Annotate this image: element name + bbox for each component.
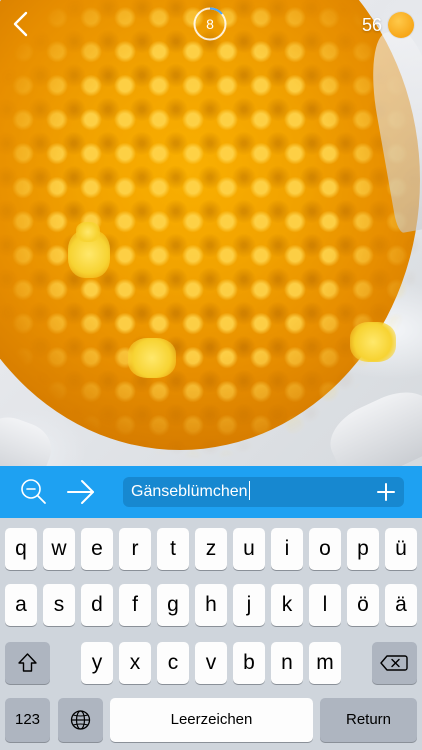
key-oe[interactable]: ö: [347, 584, 379, 626]
key-q[interactable]: q: [5, 528, 37, 570]
key-ae[interactable]: ä: [385, 584, 417, 626]
globe-key[interactable]: [58, 698, 103, 742]
key-label: l: [322, 593, 328, 616]
key-p[interactable]: p: [347, 528, 379, 570]
zoom-out-icon: [21, 479, 46, 504]
key-e[interactable]: e: [81, 528, 113, 570]
key-label: w: [51, 537, 67, 560]
key-label: h: [205, 593, 217, 616]
add-button[interactable]: [376, 482, 396, 502]
pollen-cluster: [350, 322, 396, 362]
key-label: m: [316, 651, 334, 674]
return-key[interactable]: Return: [320, 698, 417, 742]
key-label: c: [167, 651, 179, 674]
keyboard: q w e r t z u i o p ü a s d f g h j k l …: [0, 518, 422, 750]
key-label: e: [91, 537, 103, 560]
zoom-out-button[interactable]: [20, 478, 48, 506]
key-b[interactable]: b: [233, 642, 265, 684]
puzzle-image: [0, 0, 422, 466]
key-s[interactable]: s: [43, 584, 75, 626]
coin-balance[interactable]: 56: [362, 12, 414, 38]
key-g[interactable]: g: [157, 584, 189, 626]
key-label: d: [91, 593, 103, 616]
back-button[interactable]: [6, 8, 36, 40]
key-f[interactable]: f: [119, 584, 151, 626]
key-label: n: [281, 651, 293, 674]
key-t[interactable]: t: [157, 528, 189, 570]
shift-icon: [18, 653, 37, 672]
key-label: x: [129, 651, 141, 674]
numbers-key-label: 123: [14, 711, 41, 728]
key-u[interactable]: u: [233, 528, 265, 570]
key-label: j: [246, 593, 252, 616]
key-label: p: [357, 537, 369, 560]
key-m[interactable]: m: [309, 642, 341, 684]
key-label: k: [281, 593, 293, 616]
key-label: y: [91, 651, 103, 674]
space-key[interactable]: Leerzeichen: [110, 698, 313, 742]
key-k[interactable]: k: [271, 584, 303, 626]
key-label: t: [170, 537, 176, 560]
key-label: u: [243, 537, 255, 560]
key-label: b: [243, 651, 255, 674]
timer-value: 8: [206, 16, 214, 32]
key-label: s: [53, 593, 65, 616]
key-label: ü: [395, 537, 407, 560]
key-label: r: [131, 537, 139, 560]
key-v[interactable]: v: [195, 642, 227, 684]
globe-icon: [70, 710, 91, 730]
key-label: ö: [357, 593, 369, 616]
key-z[interactable]: z: [195, 528, 227, 570]
space-key-label: Leerzeichen: [170, 711, 253, 728]
key-c[interactable]: c: [157, 642, 189, 684]
next-button[interactable]: [66, 478, 96, 506]
key-label: a: [15, 593, 27, 616]
guess-input[interactable]: Gänseblümchen: [123, 477, 404, 507]
plus-icon: [377, 483, 395, 501]
key-n[interactable]: n: [271, 642, 303, 684]
delete-key[interactable]: [372, 642, 417, 684]
numbers-key[interactable]: 123: [5, 698, 50, 742]
guess-input-value: Gänseblümchen: [131, 477, 251, 507]
pollen-cluster: [128, 338, 176, 378]
key-label: q: [15, 537, 27, 560]
key-label: f: [132, 593, 138, 616]
key-label: i: [284, 537, 290, 560]
key-d[interactable]: d: [81, 584, 113, 626]
key-label: z: [205, 537, 217, 560]
key-w[interactable]: w: [43, 528, 75, 570]
key-l[interactable]: l: [309, 584, 341, 626]
arrow-right-icon: [67, 480, 94, 504]
key-label: g: [167, 593, 179, 616]
pollen-cluster: [76, 222, 100, 242]
round-timer: 8: [193, 7, 227, 41]
key-a[interactable]: a: [5, 584, 37, 626]
backspace-icon: [380, 655, 408, 671]
coins-count: 56: [361, 14, 382, 35]
key-label: o: [319, 537, 331, 560]
key-o[interactable]: o: [309, 528, 341, 570]
key-label: ä: [395, 593, 407, 616]
key-label: v: [205, 651, 217, 674]
key-x[interactable]: x: [119, 642, 151, 684]
key-i[interactable]: i: [271, 528, 303, 570]
key-ue[interactable]: ü: [385, 528, 417, 570]
top-bar: 8 56: [0, 0, 422, 50]
guess-bar: Gänseblümchen: [0, 466, 422, 518]
return-key-label: Return: [345, 711, 392, 728]
florets-texture: [0, 0, 422, 466]
key-y[interactable]: y: [81, 642, 113, 684]
key-j[interactable]: j: [233, 584, 265, 626]
chevron-left-icon: [13, 11, 28, 37]
key-r[interactable]: r: [119, 528, 151, 570]
key-h[interactable]: h: [195, 584, 227, 626]
shift-key[interactable]: [5, 642, 50, 684]
coin-icon: [388, 12, 414, 38]
